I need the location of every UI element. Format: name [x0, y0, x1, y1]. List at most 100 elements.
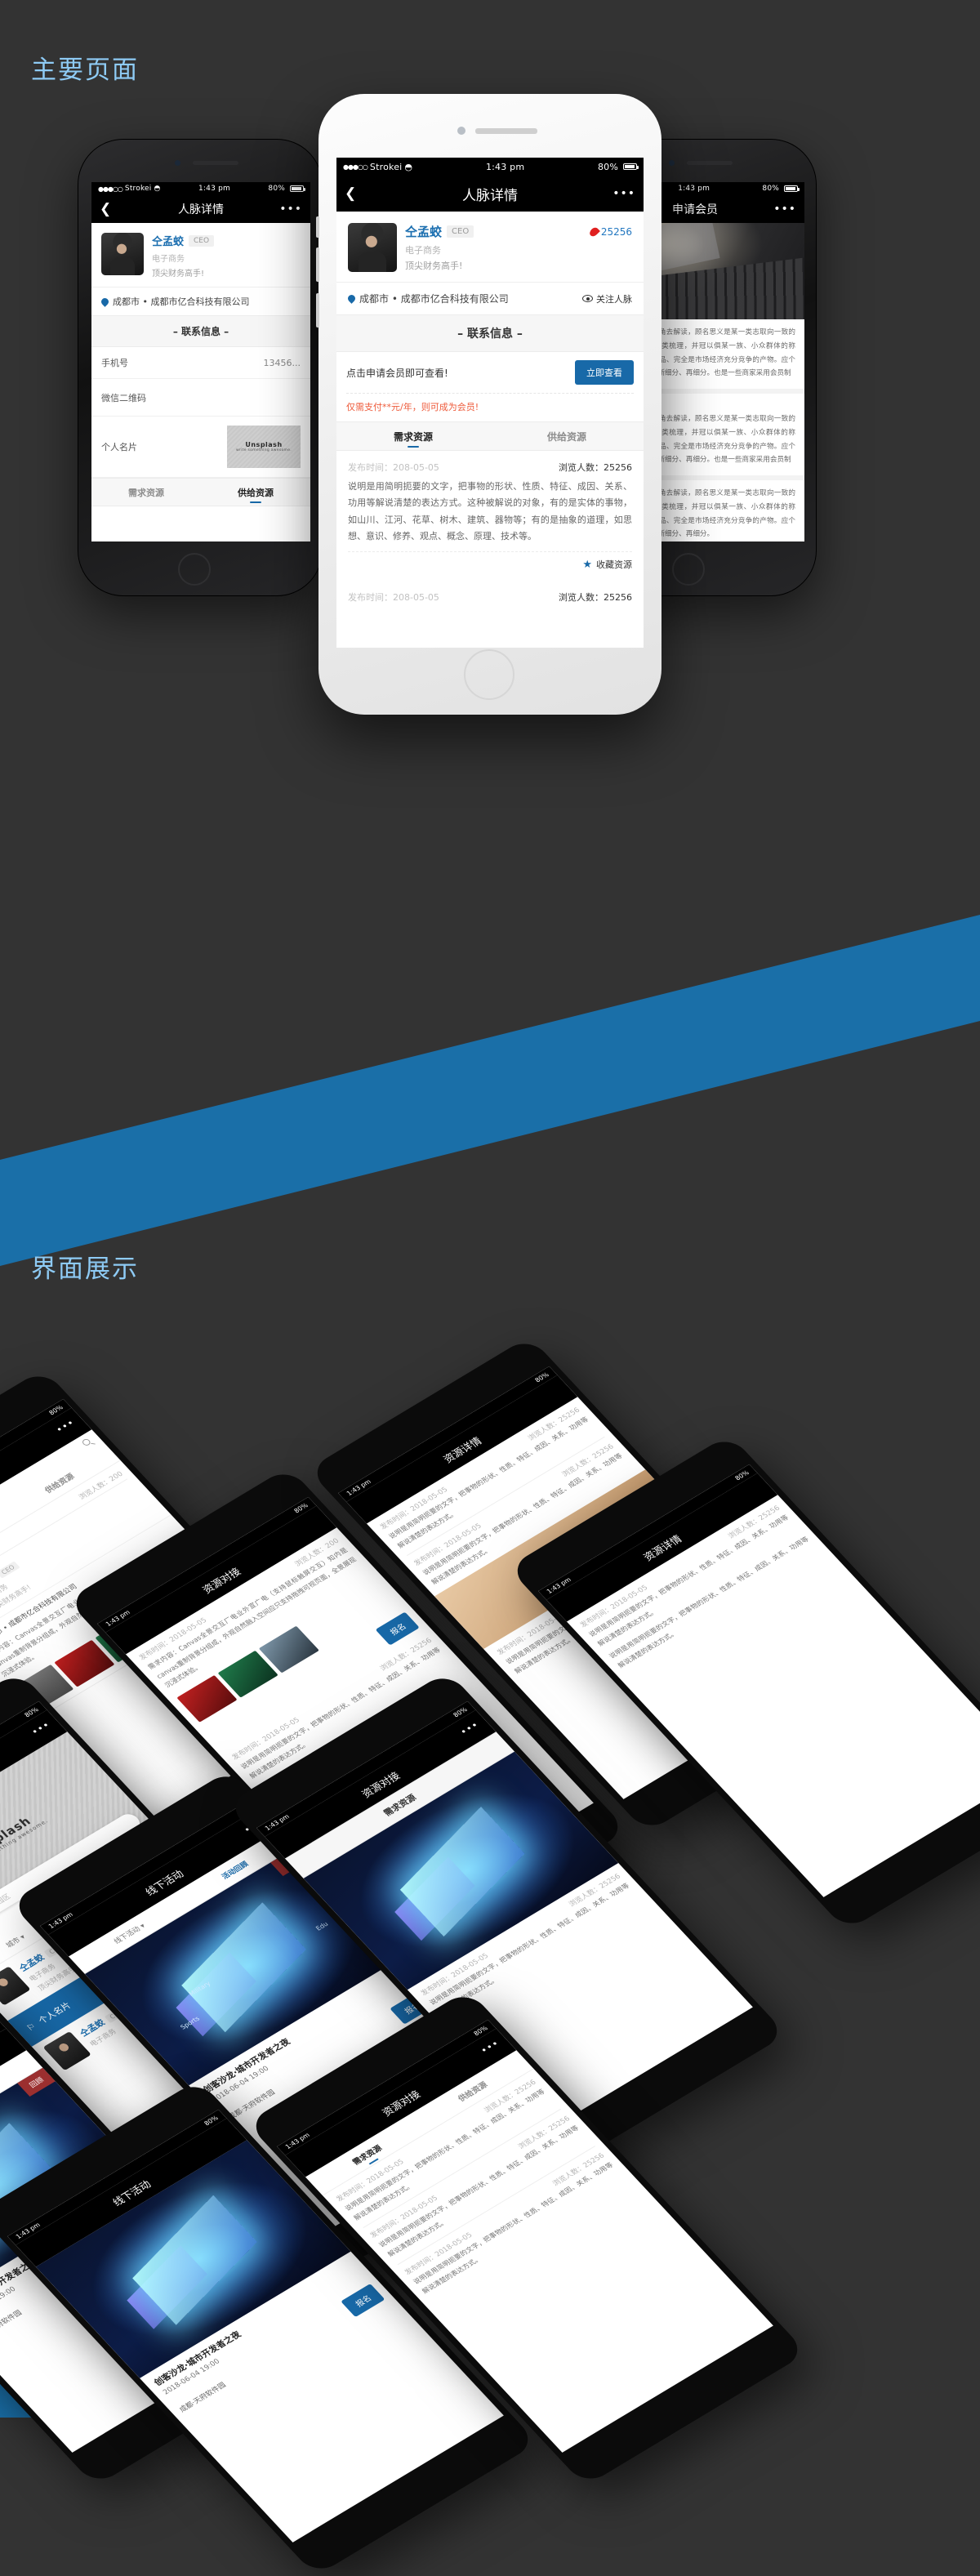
card-image-title: Unsplash — [245, 441, 283, 448]
neon-label-edu: Edu — [314, 1920, 330, 1932]
left-phone-screen: ●●●○○ Strokei ◓ 1:43 pm 80% ❮ 人脉详情 ••• 仝… — [91, 182, 310, 541]
activity-place: 成都·天府软件园 — [0, 2309, 24, 2342]
earpiece-speaker — [193, 161, 238, 165]
more-dots-icon[interactable]: ••• — [53, 1417, 77, 1435]
nav-title: 申请会员 — [672, 203, 718, 216]
more-dots-icon[interactable]: ••• — [279, 203, 302, 216]
front-camera-icon — [669, 160, 675, 166]
blue-diagonal-band-top — [0, 915, 980, 1266]
home-button[interactable] — [178, 553, 211, 586]
profile-industry: 电子商务 — [405, 245, 441, 256]
tab-supply-resource[interactable]: 供给资源 — [490, 422, 644, 450]
center-phone-screen: ●●●○○ Strokei ◓ 1:43 pm 80% ❮ 人脉详情 ••• 仝… — [336, 158, 644, 648]
post-views: 浏览人数：25256 — [559, 462, 632, 473]
location-row: 成都市 • 成都市亿合科技有限公司 关注人脉 — [336, 282, 644, 314]
battery-icon — [784, 185, 800, 192]
status-time: 1:43 pm — [485, 161, 525, 172]
back-icon[interactable]: ❮ — [100, 202, 111, 216]
avatar — [101, 233, 144, 275]
apply-message: 点击申请会员即可查看! — [346, 367, 448, 379]
nav-bar: ❮ 人脉详情 ••• — [336, 176, 644, 212]
front-camera-icon — [175, 160, 180, 166]
volume-down-button[interactable] — [316, 247, 319, 282]
more-dots-icon[interactable]: ••• — [29, 1719, 52, 1737]
follow-label: 关注人脉 — [596, 293, 632, 305]
flame-icon — [587, 225, 600, 238]
profile-role-tag: CEO — [447, 225, 474, 238]
profile-name: 仝孟蛟 — [152, 236, 185, 248]
carrier-label: Strokei — [124, 185, 152, 193]
star-icon: ★ — [582, 558, 592, 571]
eye-icon — [582, 295, 593, 302]
hot-count-group: 25256 — [587, 225, 632, 238]
follow-contact-button[interactable]: 关注人脉 — [582, 292, 632, 305]
earpiece-speaker — [475, 128, 537, 134]
nav-bar: ❮ 人脉详情 ••• — [91, 195, 310, 223]
apply-price-note: 仅需支付**元/年，则可成为会员! — [346, 393, 634, 421]
more-dots-icon[interactable]: ••• — [773, 203, 796, 216]
battery-icon — [290, 185, 305, 192]
contact-info-band: – 联系信息 – — [336, 314, 644, 352]
battery-percent: 80% — [268, 185, 285, 193]
home-button[interactable] — [672, 553, 705, 586]
location-pin-icon — [100, 296, 110, 307]
battery-percent: 80% — [762, 185, 779, 193]
signal-dots-icon: ●●●○○ — [98, 185, 123, 193]
profile-industry: 电子商务 — [152, 255, 185, 264]
status-bar: ●●●○○ Strokei ◓ 1:43 pm 80% — [336, 158, 644, 176]
home-button[interactable] — [464, 649, 514, 700]
post-card: 发布时间：208-05-05 浏览人数：25256 说明是用简明扼要的文字，把事… — [336, 451, 644, 582]
avatar — [348, 223, 397, 272]
front-camera-icon — [457, 127, 466, 135]
row-business-card[interactable]: 个人名片 Unsplash write something awesome. — [91, 417, 310, 478]
favorite-resource-button[interactable]: ★ 收藏资源 — [348, 551, 632, 571]
more-dots-icon[interactable]: ••• — [612, 187, 635, 200]
profile-block: 仝孟蛟 CEO 25256 电子商务 顶尖财务高手! — [336, 212, 644, 282]
earpiece-speaker — [687, 161, 733, 165]
post-views: 浏览人数：25256 — [559, 592, 632, 604]
nav-title: 人脉详情 — [462, 187, 518, 204]
more-dots-icon[interactable]: ••• — [478, 2038, 501, 2056]
favorite-label: 收藏资源 — [596, 559, 632, 571]
card-image-subtitle: write something awesome. — [235, 448, 292, 452]
profile-tagline: 顶尖财务高手! — [152, 270, 205, 279]
back-icon[interactable]: ❮ — [345, 186, 356, 201]
status-time: 1:43 pm — [198, 185, 230, 193]
location-pin-icon — [346, 293, 357, 304]
empty-state: 该人脉暂时未发布任何资源 — [91, 506, 310, 541]
row-phone-number[interactable]: 手机号 13456... — [91, 347, 310, 379]
hero-phone-group: ●●●○○ Strokei ◓ 1:43 pm 80% ❮ 人脉详情 ••• 仝… — [0, 94, 980, 898]
status-time: 1:43 pm — [678, 185, 710, 193]
apply-member-card: 点击申请会员即可查看! 立即查看 仅需支付**元/年，则可成为会员! — [336, 352, 644, 421]
more-dots-icon[interactable]: ••• — [457, 1719, 481, 1737]
resource-tabs: 需求资源 供给资源 — [336, 421, 644, 451]
phone-center-contact-details: ●●●○○ Strokei ◓ 1:43 pm 80% ❮ 人脉详情 ••• 仝… — [316, 94, 662, 715]
personal-card-label: 个人名片 — [36, 2000, 74, 2026]
person-card-icon: ⚐ — [24, 2021, 38, 2033]
tab-demand-resource[interactable]: 需求资源 — [91, 479, 201, 506]
location-text: 成都市 • 成都市亿合科技有限公司 — [359, 293, 509, 305]
phone-left-contact-details: ●●●○○ Strokei ◓ 1:43 pm 80% ❮ 人脉详情 ••• 仝… — [78, 139, 323, 596]
section-title-main-pages: 主要页面 — [31, 56, 139, 85]
row-key: 手机号 — [101, 358, 128, 368]
battery-icon — [623, 163, 639, 170]
tab-demand-resource[interactable]: 需求资源 — [336, 422, 490, 450]
wifi-icon: ◓ — [404, 161, 413, 172]
profile-name: 仝孟蛟 — [405, 225, 443, 239]
view-now-button[interactable]: 立即查看 — [575, 360, 634, 385]
tab-supply-resource[interactable]: 供给资源 — [201, 479, 310, 506]
contact-info-band: – 联系信息 – — [91, 315, 310, 347]
location-text: 成都市 • 成都市亿合科技有限公司 — [113, 296, 250, 307]
row-wechat-qr[interactable]: 微信二维码 — [91, 379, 310, 417]
battery-percent: 80% — [597, 161, 618, 172]
ui-showcase-group: 1:43 pm 80% 资源对接 ••• 需求资源 供给资源 发布时间：2018… — [0, 1335, 980, 2576]
post-card-secondary: 发布时间：208-05-05 浏览人数：25256 — [336, 581, 644, 619]
volume-up-button[interactable] — [316, 216, 319, 238]
profile-role-tag: CEO — [189, 234, 215, 247]
silent-switch[interactable] — [316, 293, 319, 328]
status-bar: ●●●○○ Strokei ◓ 1:43 pm 80% — [91, 182, 310, 195]
hot-count: 25256 — [600, 225, 632, 238]
search-icon[interactable] — [81, 1437, 92, 1447]
post-date: 发布时间：208-05-05 — [348, 462, 439, 473]
profile-tagline: 顶尖财务高手! — [405, 261, 463, 271]
